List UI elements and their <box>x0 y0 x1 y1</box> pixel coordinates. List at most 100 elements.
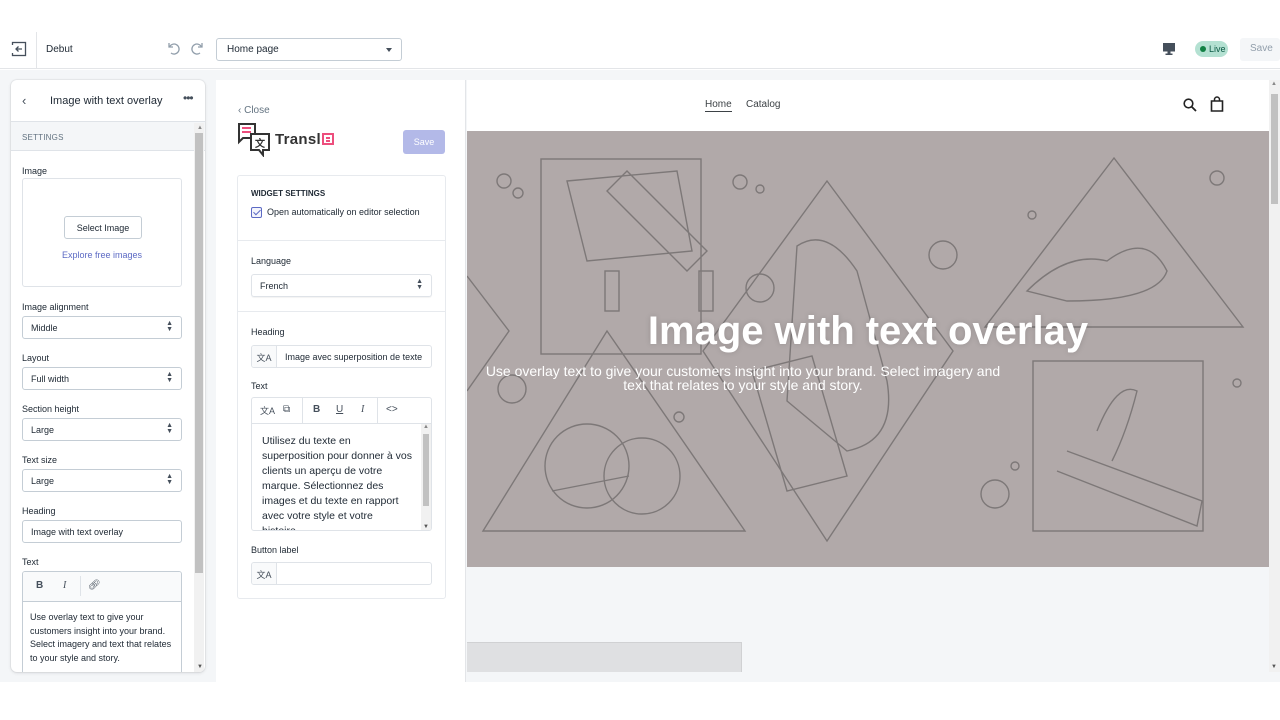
theme-name: Debut <box>46 44 73 55</box>
save-button[interactable]: Save <box>1240 38 1280 61</box>
select-arrows-icon: ▲ ▼ <box>166 371 173 384</box>
text-label: Text <box>251 381 268 391</box>
nav-link-home[interactable]: Home <box>705 99 732 112</box>
page-select[interactable]: Home page <box>216 38 402 61</box>
exit-editor-icon[interactable] <box>11 41 27 57</box>
scroll-up-icon[interactable]: ▲ <box>197 125 203 131</box>
logo-mark-icon <box>322 133 334 145</box>
heading-input[interactable]: Image with text overlay <box>22 520 182 543</box>
hero-heading: Image with text overlay <box>647 309 1089 353</box>
button-label-label: Button label <box>251 545 299 555</box>
heading-label: Heading <box>251 327 285 337</box>
close-link[interactable]: ‹ Close <box>238 105 270 116</box>
nav-link-catalog[interactable]: Catalog <box>746 99 780 110</box>
select-arrows-icon: ▲ ▼ <box>166 422 173 435</box>
panel-header: ‹ Image with text overlay ••• <box>11 80 205 122</box>
image-picker: Select Image Explore free images <box>22 178 182 287</box>
redo-icon[interactable] <box>190 40 206 56</box>
text-size-select[interactable]: Large ▲ ▼ <box>22 469 182 492</box>
language-select[interactable]: French ▲ ▼ <box>251 274 432 297</box>
translate-icon[interactable]: 文A <box>252 563 277 584</box>
back-icon[interactable]: ‹ <box>22 93 26 108</box>
status-badge: Live <box>1195 41 1228 57</box>
cart-icon[interactable] <box>1210 96 1224 112</box>
scroll-down-icon[interactable]: ▼ <box>197 664 203 670</box>
scrollbar-thumb[interactable] <box>423 434 429 506</box>
top-bar: Debut Home page Live Save <box>0 30 1280 69</box>
select-arrows-icon: ▲ ▼ <box>166 320 173 333</box>
widget-settings-title: WIDGET SETTINGS <box>251 189 326 198</box>
more-options-icon[interactable]: ••• <box>183 91 194 105</box>
layout-select[interactable]: Full width ▲ ▼ <box>22 367 182 390</box>
copy-icon[interactable]: ⧉ <box>283 404 290 415</box>
section-settings-panel: ‹ Image with text overlay ••• SETTINGS I… <box>11 80 205 672</box>
text-translation-content[interactable]: Utilisez du texte en superposition pour … <box>252 424 422 530</box>
toolbar-divider <box>80 576 81 596</box>
italic-icon[interactable]: I <box>63 580 66 591</box>
close-label: Close <box>244 105 270 116</box>
bottom-area <box>0 682 1280 720</box>
desktop-view-icon[interactable] <box>1162 42 1176 56</box>
editor-toolbar: 文A ⧉ B U I <> <box>252 398 431 424</box>
text-label: Text <box>22 557 39 567</box>
status-badge-label: Live <box>1209 44 1226 54</box>
scroll-down-icon[interactable]: ▼ <box>1271 664 1277 670</box>
auto-open-checkbox[interactable] <box>251 207 262 218</box>
translation-app-logo: 文 Transl <box>237 123 337 158</box>
scrollbar-thumb[interactable] <box>195 133 203 573</box>
next-section-placeholder <box>467 642 742 672</box>
section-height-select[interactable]: Large ▲ ▼ <box>22 418 182 441</box>
widget-settings-card: WIDGET SETTINGS Open automatically on ed… <box>237 175 446 599</box>
text-translation-editor[interactable]: 文A ⧉ B U I <> Utilisez du texte en super… <box>251 397 432 531</box>
store-preview: Home Catalog Image with text overlay Use… <box>467 80 1280 672</box>
search-icon[interactable] <box>1183 98 1197 112</box>
preview-scrollbar[interactable]: ▲ ▼ <box>1269 80 1280 672</box>
scroll-down-icon[interactable]: ▼ <box>423 524 429 530</box>
select-image-button[interactable]: Select Image <box>64 216 142 239</box>
heading-translation-input[interactable]: 文A Image avec superposition de texte <box>251 345 432 368</box>
language-value: French <box>260 281 289 291</box>
panel-title: Image with text overlay <box>50 95 163 107</box>
select-value: Full width <box>31 374 70 384</box>
text-editor[interactable]: B I 🔗︎ Use overlay text to give your cus… <box>22 571 182 672</box>
scrollbar[interactable]: ▲ ▼ <box>421 424 431 530</box>
button-label-translation-input[interactable]: 文A <box>251 562 432 585</box>
scroll-up-icon[interactable]: ▲ <box>423 424 429 430</box>
image-alignment-label: Image alignment <box>22 302 89 312</box>
image-alignment-select[interactable]: Middle ▲ ▼ <box>22 316 182 339</box>
translate-icon[interactable]: 文A <box>252 346 277 367</box>
hero-image-overlay-section[interactable]: Image with text overlay Use overlay text… <box>467 131 1269 567</box>
bold-icon[interactable]: B <box>36 580 43 591</box>
divider <box>238 311 445 312</box>
workspace: ‹ Image with text overlay ••• SETTINGS I… <box>0 70 1280 682</box>
image-label: Image <box>22 166 48 176</box>
toolbar-divider <box>377 398 378 424</box>
scrollbar-thumb[interactable] <box>1271 94 1278 204</box>
layout-label: Layout <box>22 353 50 363</box>
scroll-up-icon[interactable]: ▲ <box>1271 81 1277 87</box>
hero-text: Use overlay text to give your customers … <box>485 363 1001 393</box>
translate-icon[interactable]: 文A <box>260 404 275 417</box>
italic-icon[interactable]: I <box>361 404 364 415</box>
translation-save-button[interactable]: Save <box>403 130 445 154</box>
select-arrows-icon: ▲ ▼ <box>166 473 173 486</box>
bold-icon[interactable]: B <box>313 404 320 415</box>
underline-icon[interactable]: U <box>336 404 343 415</box>
svg-text:文: 文 <box>255 137 266 150</box>
editor-toolbar: B I 🔗︎ <box>23 572 181 602</box>
text-size-label: Text size <box>22 455 58 465</box>
link-icon[interactable]: 🔗︎ <box>88 580 101 591</box>
scrollbar[interactable]: ▲ ▼ <box>194 123 204 672</box>
logo-text: Transl <box>275 131 334 148</box>
toolbar-divider <box>302 398 303 424</box>
translation-widget-panel: ‹ Close 文 Transl Save WIDGET SETTINGS Op… <box>216 80 466 682</box>
logo-text-label: Transl <box>275 131 321 148</box>
explore-free-images-link[interactable]: Explore free images <box>23 250 181 260</box>
chevron-down-icon <box>386 48 392 52</box>
translate-logo-icon: 文 <box>238 123 270 158</box>
divider <box>36 32 37 68</box>
code-icon[interactable]: <> <box>386 404 398 415</box>
text-editor-content[interactable]: Use overlay text to give your customers … <box>23 602 181 672</box>
page-select-value: Home page <box>227 44 279 55</box>
undo-icon[interactable] <box>165 40 181 56</box>
